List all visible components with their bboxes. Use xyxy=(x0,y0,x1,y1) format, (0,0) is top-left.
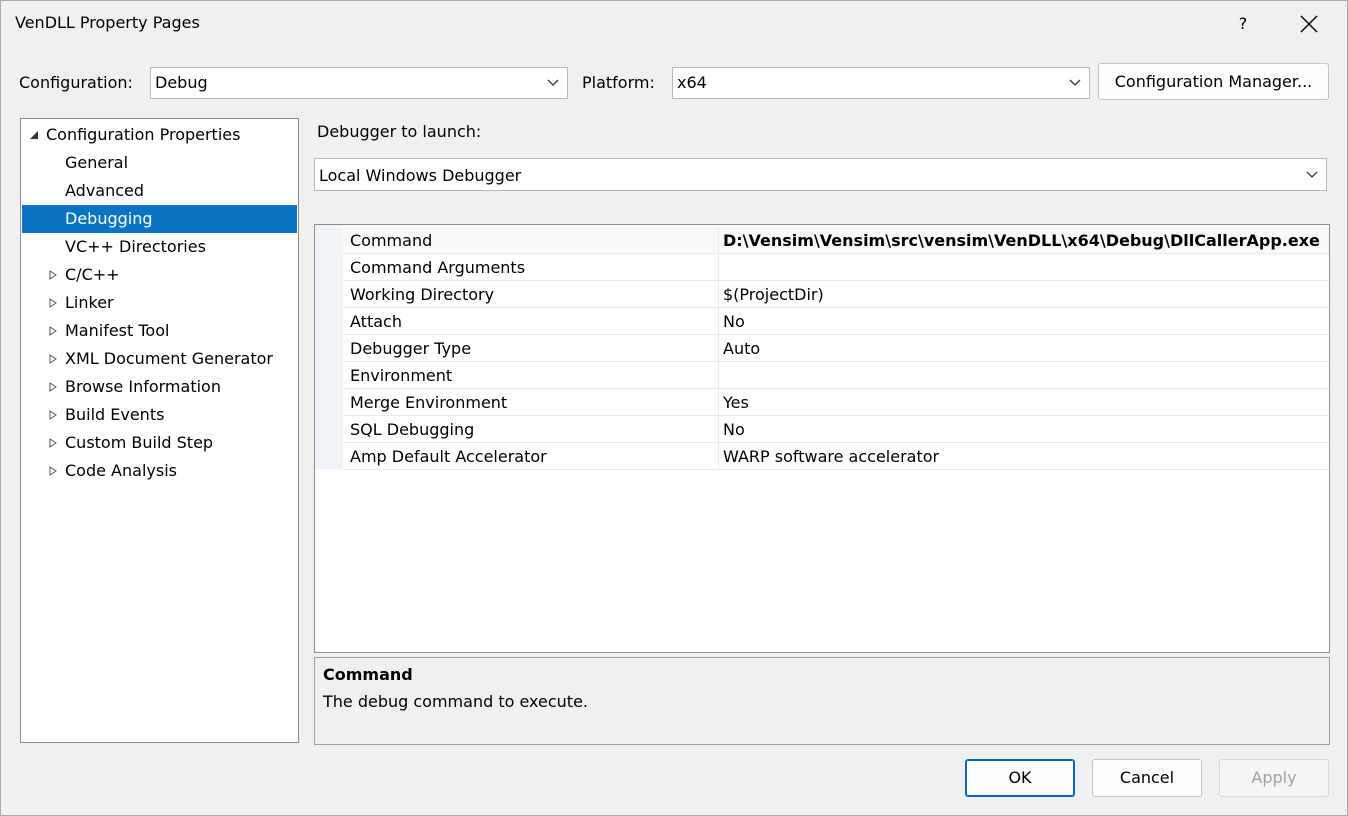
column-divider xyxy=(718,281,719,307)
property-value[interactable]: WARP software accelerator xyxy=(723,443,939,470)
property-name: Merge Environment xyxy=(350,393,508,412)
property-row-merge-environment[interactable]: Merge Environment Yes xyxy=(343,389,1329,416)
tree-item-general[interactable]: General xyxy=(22,149,297,177)
window-title: VenDLL Property Pages xyxy=(15,13,200,32)
property-name: Attach xyxy=(350,312,402,331)
collapsed-triangle-icon[interactable] xyxy=(48,354,58,364)
platform-value: x64 xyxy=(677,73,707,92)
tree-item-xml-document-generator[interactable]: XML Document Generator xyxy=(22,345,297,373)
chevron-down-icon xyxy=(547,79,559,86)
configuration-dropdown[interactable]: Debug xyxy=(150,67,568,99)
tree-item-debugging[interactable]: Debugging xyxy=(22,205,297,233)
property-pages-dialog: VenDLL Property Pages ? Configuration: D… xyxy=(0,0,1348,816)
platform-dropdown[interactable]: x64 xyxy=(672,67,1090,99)
column-divider xyxy=(718,254,719,280)
column-divider xyxy=(718,227,719,253)
property-name: Working Directory xyxy=(350,285,495,304)
property-row-working-directory[interactable]: Working Directory $(ProjectDir) xyxy=(343,281,1329,308)
help-button[interactable]: ? xyxy=(1221,7,1265,41)
column-divider xyxy=(718,416,719,442)
configuration-manager-button[interactable]: Configuration Manager... xyxy=(1098,63,1329,100)
property-row-command-arguments[interactable]: Command Arguments xyxy=(343,254,1329,281)
tree-item-custom-build-step[interactable]: Custom Build Step xyxy=(22,429,297,457)
property-name: Command Arguments xyxy=(350,258,526,277)
configuration-label: Configuration: xyxy=(19,73,133,92)
property-row-amp-default-accelerator[interactable]: Amp Default Accelerator WARP software acc… xyxy=(343,443,1329,470)
collapsed-triangle-icon[interactable] xyxy=(48,382,58,392)
property-grid: Command D:\Vensim\Vensim\src\vensim\VenDL… xyxy=(314,224,1330,653)
tree-item-label: Build Events xyxy=(65,405,165,424)
configuration-value: Debug xyxy=(155,73,208,92)
tree-item-label: Debugging xyxy=(65,209,153,228)
tree-item-label: Advanced xyxy=(65,181,145,200)
close-button[interactable] xyxy=(1287,7,1331,41)
tree-item-label: XML Document Generator xyxy=(65,349,273,368)
chevron-down-icon xyxy=(1306,171,1318,178)
column-divider xyxy=(718,362,719,388)
column-divider xyxy=(718,308,719,334)
tree-item-manifest-tool[interactable]: Manifest Tool xyxy=(22,317,297,345)
tree-item-vc-directories[interactable]: VC++ Directories xyxy=(22,233,297,261)
tree-item-label: General xyxy=(65,153,129,172)
property-row-debugger-type[interactable]: Debugger Type Auto xyxy=(343,335,1329,362)
collapsed-triangle-icon[interactable] xyxy=(48,326,58,336)
collapsed-triangle-icon[interactable] xyxy=(48,298,58,308)
property-value[interactable]: Yes xyxy=(723,389,749,416)
collapsed-triangle-icon[interactable] xyxy=(48,270,58,280)
property-name: Command xyxy=(350,231,433,250)
column-divider xyxy=(718,443,719,469)
property-value[interactable]: No xyxy=(723,416,745,443)
property-tree: Configuration Properties General Advanced D… xyxy=(20,118,299,743)
cancel-button[interactable]: Cancel xyxy=(1092,759,1202,797)
property-row-sql-debugging[interactable]: SQL Debugging No xyxy=(343,416,1329,443)
column-divider xyxy=(718,335,719,361)
tree-item-label: Code Analysis xyxy=(65,461,177,480)
property-name: Environment xyxy=(350,366,453,385)
debugger-to-launch-label: Debugger to launch: xyxy=(317,122,482,141)
grid-gutter xyxy=(315,225,343,469)
column-divider xyxy=(718,389,719,415)
property-value[interactable]: $(ProjectDir) xyxy=(723,281,824,308)
property-row-attach[interactable]: Attach No xyxy=(343,308,1329,335)
property-row-environment[interactable]: Environment xyxy=(343,362,1329,389)
tree-item-advanced[interactable]: Advanced xyxy=(22,177,297,205)
expanded-triangle-icon[interactable] xyxy=(29,130,39,140)
property-name: Amp Default Accelerator xyxy=(350,447,547,466)
collapsed-triangle-icon[interactable] xyxy=(48,410,58,420)
debugger-value: Local Windows Debugger xyxy=(319,166,522,185)
tree-item-code-analysis[interactable]: Code Analysis xyxy=(22,457,297,485)
debugger-dropdown[interactable]: Local Windows Debugger xyxy=(314,158,1327,191)
tree-item-label: Linker xyxy=(65,293,114,312)
tree-item-browse-information[interactable]: Browse Information xyxy=(22,373,297,401)
property-value[interactable]: D:\Vensim\Vensim\src\vensim\VenDLL\x64\D… xyxy=(723,227,1320,254)
tree-item-label: Browse Information xyxy=(65,377,221,396)
tree-item-label: C/C++ xyxy=(65,265,120,284)
tree-item-linker[interactable]: Linker xyxy=(22,289,297,317)
property-value[interactable]: No xyxy=(723,308,745,335)
description-text: The debug command to execute. xyxy=(323,692,588,711)
tree-item-label: VC++ Directories xyxy=(65,237,206,256)
property-name: SQL Debugging xyxy=(350,420,475,439)
description-panel: Command The debug command to execute. xyxy=(314,657,1330,745)
property-row-command[interactable]: Command D:\Vensim\Vensim\src\vensim\VenDL… xyxy=(343,227,1329,254)
collapsed-triangle-icon[interactable] xyxy=(48,466,58,476)
collapsed-triangle-icon[interactable] xyxy=(48,438,58,448)
apply-button[interactable]: Apply xyxy=(1219,759,1329,797)
description-title: Command xyxy=(323,665,413,684)
close-icon xyxy=(1300,15,1318,33)
tree-item-build-events[interactable]: Build Events xyxy=(22,401,297,429)
tree-item-label: Configuration Properties xyxy=(46,125,241,144)
tree-item-label: Custom Build Step xyxy=(65,433,214,452)
chevron-down-icon xyxy=(1069,79,1081,86)
title-bar: VenDLL Property Pages ? xyxy=(1,1,1347,47)
property-name: Debugger Type xyxy=(350,339,472,358)
tree-item-label: Manifest Tool xyxy=(65,321,170,340)
platform-label: Platform: xyxy=(582,73,655,92)
property-value[interactable]: Auto xyxy=(723,335,760,362)
ok-button[interactable]: OK xyxy=(965,759,1075,797)
tree-item-configuration-properties[interactable]: Configuration Properties xyxy=(22,121,297,149)
tree-item-c-c[interactable]: C/C++ xyxy=(22,261,297,289)
